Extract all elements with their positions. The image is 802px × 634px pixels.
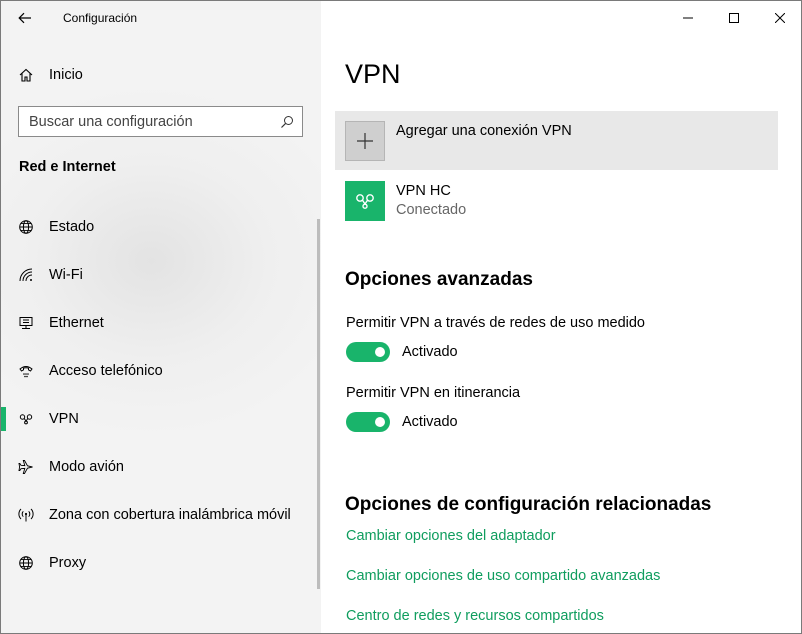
globe-icon — [1, 555, 49, 571]
maximize-icon — [729, 13, 739, 23]
network-center-link[interactable]: Centro de redes y recursos compartidos — [346, 608, 604, 624]
metered-option-label: Permitir VPN a través de redes de uso me… — [346, 315, 645, 331]
search-icon[interactable] — [272, 115, 302, 129]
add-vpn-label: Agregar una conexión VPN — [396, 123, 572, 139]
close-icon — [775, 13, 785, 23]
wifi-icon — [1, 267, 49, 283]
sidebar-item-label: Acceso telefónico — [49, 363, 163, 379]
search-placeholder: Buscar una configuración — [29, 113, 193, 130]
app-title: Configuración — [63, 11, 138, 25]
vpn-icon — [345, 181, 385, 221]
vpn-connection-status: Conectado — [396, 202, 467, 218]
sidebar-item-vpn[interactable]: VPN — [1, 395, 321, 443]
window-controls — [665, 1, 801, 35]
section-title: Red e Internet — [19, 159, 116, 175]
metered-toggle-state: Activado — [402, 344, 458, 360]
advanced-sharing-link[interactable]: Cambiar opciones de uso compartido avanz… — [346, 568, 660, 584]
sidebar-scrollbar[interactable] — [317, 219, 320, 589]
search-input[interactable]: Buscar una configuración — [18, 106, 303, 137]
advanced-options-heading: Opciones avanzadas — [345, 269, 533, 290]
sidebar-item-dialup[interactable]: Acceso telefónico — [1, 347, 321, 395]
main-content: VPN Agregar una conexión VPN VPN HC Cone… — [321, 1, 801, 633]
title-bar: Configuración — [1, 1, 321, 35]
roaming-toggle-state: Activado — [402, 414, 458, 430]
sidebar-nav: Estado Wi-Fi Ethernet Acceso telefónico — [1, 203, 321, 587]
add-vpn-connection-button[interactable]: Agregar una conexión VPN — [335, 111, 778, 170]
active-indicator — [1, 407, 6, 431]
toggle-knob — [375, 417, 385, 427]
sidebar-item-label: VPN — [49, 411, 79, 427]
hotspot-icon — [1, 507, 49, 523]
sidebar-item-label: Modo avión — [49, 459, 124, 475]
globe-icon — [1, 219, 49, 235]
plus-icon — [345, 121, 385, 161]
sidebar-item-label: Proxy — [49, 555, 87, 571]
sidebar-item-hotspot[interactable]: Zona con cobertura inalámbrica móvil — [1, 491, 321, 539]
metered-toggle-row: Activado — [346, 342, 458, 362]
dialup-icon — [1, 363, 49, 379]
airplane-icon — [1, 459, 49, 475]
sidebar-item-airplane[interactable]: Modo avión — [1, 443, 321, 491]
home-icon — [1, 67, 49, 83]
vpn-connection-item[interactable]: VPN HC Conectado — [345, 181, 466, 221]
related-settings-heading: Opciones de configuración relacionadas — [345, 494, 712, 515]
sidebar-item-label: Ethernet — [49, 315, 104, 331]
close-button[interactable] — [757, 1, 801, 35]
ethernet-icon — [1, 315, 49, 331]
toggle-knob — [375, 347, 385, 357]
roaming-toggle-row: Activado — [346, 412, 458, 432]
page-title: VPN — [345, 59, 401, 89]
maximize-button[interactable] — [711, 1, 757, 35]
vpn-connection-text: VPN HC Conectado — [396, 183, 466, 221]
settings-window: Configuración Inicio Buscar una configur… — [0, 0, 802, 634]
back-button[interactable] — [1, 1, 49, 35]
sidebar-item-estado[interactable]: Estado — [1, 203, 321, 251]
sidebar: Configuración Inicio Buscar una configur… — [1, 1, 321, 633]
sidebar-item-wifi[interactable]: Wi-Fi — [1, 251, 321, 299]
roaming-option-label: Permitir VPN en itinerancia — [346, 385, 521, 401]
roaming-toggle[interactable] — [346, 412, 390, 432]
sidebar-item-home[interactable]: Inicio — [1, 59, 321, 91]
vpn-connection-name: VPN HC — [396, 183, 451, 199]
adapter-options-link[interactable]: Cambiar opciones del adaptador — [346, 528, 556, 544]
sidebar-item-ethernet[interactable]: Ethernet — [1, 299, 321, 347]
minimize-button[interactable] — [665, 1, 711, 35]
vpn-icon — [1, 411, 49, 427]
back-arrow-icon — [18, 12, 31, 24]
sidebar-item-label: Wi-Fi — [49, 267, 83, 283]
minimize-icon — [683, 17, 693, 19]
sidebar-item-proxy[interactable]: Proxy — [1, 539, 321, 587]
sidebar-item-label: Estado — [49, 219, 95, 235]
metered-toggle[interactable] — [346, 342, 390, 362]
sidebar-item-label: Inicio — [49, 67, 83, 83]
sidebar-item-label: Zona con cobertura inalámbrica móvil — [49, 507, 291, 523]
